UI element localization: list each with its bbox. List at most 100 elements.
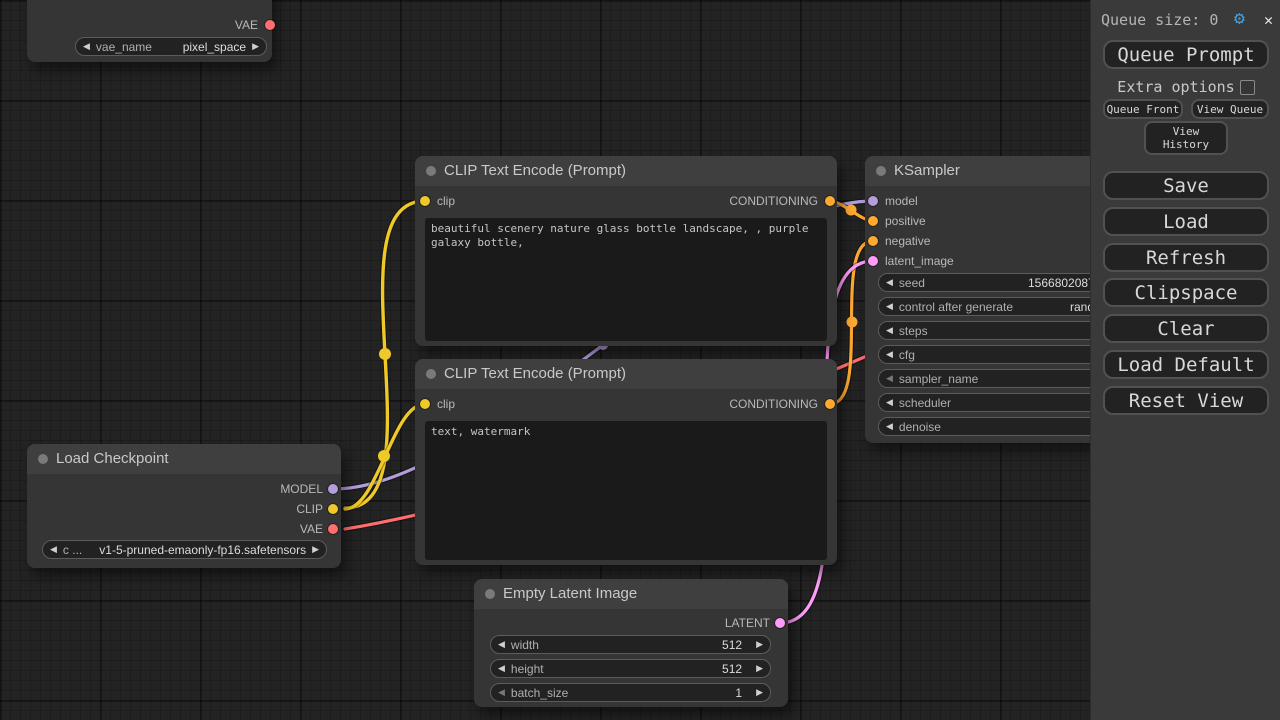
node-titlebar[interactable]: CLIP Text Encode (Prompt) xyxy=(415,359,837,389)
view-queue-button[interactable]: View Queue xyxy=(1191,99,1269,119)
widget-label: scheduler xyxy=(898,395,951,410)
output-label-clip: CLIP xyxy=(296,502,323,516)
arrow-left-icon[interactable]: ◀ xyxy=(83,41,90,52)
output-label-conditioning: CONDITIONING xyxy=(729,194,818,208)
node-title: CLIP Text Encode (Prompt) xyxy=(444,162,627,179)
link-dot xyxy=(379,348,391,360)
node-title: CLIP Text Encode (Prompt) xyxy=(444,365,627,382)
queue-front-button[interactable]: Queue Front xyxy=(1103,99,1183,119)
node-load-checkpoint[interactable]: Load Checkpoint MODEL CLIP VAE ◀ c ... v… xyxy=(27,444,341,568)
queue-size-label: Queue size: 0 xyxy=(1101,11,1219,29)
comfyui-canvas[interactable]: { "canvas": { "icons": { "left_arrow": "… xyxy=(0,0,1280,720)
extra-options-checkbox[interactable] xyxy=(1239,79,1255,95)
input-pin-latent-image[interactable] xyxy=(868,256,878,266)
collapse-dot-icon[interactable] xyxy=(876,166,886,176)
link-clip-negative xyxy=(342,401,428,512)
vae-name-widget[interactable]: ◀ vae_name pixel_space ▶ xyxy=(75,37,267,56)
arrow-left-icon[interactable]: ◀ xyxy=(886,421,893,432)
arrow-right-icon[interactable]: ▶ xyxy=(756,687,763,698)
arrow-right-icon[interactable]: ▶ xyxy=(756,663,763,674)
output-pin-latent[interactable] xyxy=(775,618,785,628)
save-button[interactable]: Save xyxy=(1103,171,1269,200)
arrow-left-icon[interactable]: ◀ xyxy=(886,349,893,360)
widget-label: cfg xyxy=(898,347,915,362)
input-label-negative: negative xyxy=(885,234,931,248)
prompt-textarea[interactable]: text, watermark xyxy=(425,421,827,560)
arrow-right-icon[interactable]: ▶ xyxy=(312,544,319,555)
output-label-vae: VAE xyxy=(299,522,323,536)
arrow-left-icon[interactable]: ◀ xyxy=(886,373,893,384)
output-label-vae: VAE xyxy=(234,18,258,32)
clipspace-button[interactable]: Clipspace xyxy=(1103,278,1269,307)
collapse-dot-icon[interactable] xyxy=(426,369,436,379)
output-pin-conditioning[interactable] xyxy=(825,196,835,206)
arrow-right-icon[interactable]: ▶ xyxy=(252,41,259,52)
widget-value: v1-5-pruned-emaonly-fp16.safetensors xyxy=(99,542,307,557)
output-label-latent: LATENT xyxy=(724,616,770,630)
extra-options-label: Extra options xyxy=(1117,78,1235,96)
widget-label: sampler_name xyxy=(898,371,979,386)
reset-view-button[interactable]: Reset View xyxy=(1103,386,1269,415)
gear-icon[interactable]: ⚙ xyxy=(1234,8,1245,29)
input-pin-positive[interactable] xyxy=(868,216,878,226)
extra-options-row: Extra options xyxy=(1091,78,1280,96)
widget-label: batch_size xyxy=(510,685,569,700)
output-pin-vae[interactable] xyxy=(265,20,275,30)
collapse-dot-icon[interactable] xyxy=(485,589,495,599)
output-pin-conditioning[interactable] xyxy=(825,399,835,409)
queue-prompt-button[interactable]: Queue Prompt xyxy=(1103,40,1269,69)
arrow-left-icon[interactable]: ◀ xyxy=(50,544,57,555)
output-pin-clip[interactable] xyxy=(328,504,338,514)
clear-button[interactable]: Clear xyxy=(1103,314,1269,343)
input-pin-clip[interactable] xyxy=(420,399,430,409)
widget-label: c ... xyxy=(62,542,83,557)
arrow-left-icon[interactable]: ◀ xyxy=(886,301,893,312)
widget-value: pixel_space xyxy=(182,39,247,54)
input-pin-clip[interactable] xyxy=(420,196,430,206)
view-history-button[interactable]: View History xyxy=(1144,121,1228,155)
arrow-left-icon[interactable]: ◀ xyxy=(498,687,505,698)
node-title: KSampler xyxy=(894,162,960,179)
input-pin-model[interactable] xyxy=(868,196,878,206)
arrow-left-icon[interactable]: ◀ xyxy=(498,663,505,674)
node-titlebar[interactable]: Empty Latent Image xyxy=(474,579,788,609)
link-clip-negative xyxy=(343,402,427,511)
node-empty-latent-image[interactable]: Empty Latent Image LATENT ◀ width 512 ▶ … xyxy=(474,579,788,707)
load-default-button[interactable]: Load Default xyxy=(1103,350,1269,379)
link-clip-positive xyxy=(343,199,427,510)
widget-value: 1 xyxy=(735,685,743,700)
batch-size-widget[interactable]: ◀ batch_size 1 ▶ xyxy=(490,683,771,702)
output-pin-vae[interactable] xyxy=(328,524,338,534)
node-vae-loader[interactable]: VAE ◀ vae_name pixel_space ▶ xyxy=(27,0,275,62)
arrow-right-icon[interactable]: ▶ xyxy=(756,639,763,650)
arrow-left-icon[interactable]: ◀ xyxy=(886,277,893,288)
node-titlebar[interactable]: CLIP Text Encode (Prompt) xyxy=(415,156,837,186)
refresh-button[interactable]: Refresh xyxy=(1103,243,1269,272)
height-widget[interactable]: ◀ height 512 ▶ xyxy=(490,659,771,678)
arrow-left-icon[interactable]: ◀ xyxy=(498,639,505,650)
prompt-textarea[interactable]: beautiful scenery nature glass bottle la… xyxy=(425,218,827,341)
widget-label: control after generate xyxy=(898,299,1013,314)
comfy-menu: Queue size: 0 ⚙ ✕ Queue Prompt Extra opt… xyxy=(1090,0,1280,720)
ckpt-name-widget[interactable]: ◀ c ... v1-5-pruned-emaonly-fp16.safeten… xyxy=(42,540,327,559)
node-titlebar[interactable]: Load Checkpoint xyxy=(27,444,341,474)
input-label-clip: clip xyxy=(437,194,456,208)
input-pin-negative[interactable] xyxy=(868,236,878,246)
widget-value: 1566802087 xyxy=(1028,275,1095,290)
link-clip-positive xyxy=(342,198,428,511)
node-clip-text-encode-negative[interactable]: CLIP Text Encode (Prompt) clip CONDITION… xyxy=(415,359,837,565)
widget-label: denoise xyxy=(898,419,941,434)
input-label-positive: positive xyxy=(885,214,926,228)
arrow-left-icon[interactable]: ◀ xyxy=(886,325,893,336)
output-pin-model[interactable] xyxy=(328,484,338,494)
node-title: Load Checkpoint xyxy=(56,450,169,467)
link-dot xyxy=(846,316,858,328)
load-button[interactable]: Load xyxy=(1103,207,1269,236)
collapse-dot-icon[interactable] xyxy=(38,454,48,464)
arrow-left-icon[interactable]: ◀ xyxy=(886,397,893,408)
close-icon[interactable]: ✕ xyxy=(1264,11,1273,29)
output-label-conditioning: CONDITIONING xyxy=(729,397,818,411)
collapse-dot-icon[interactable] xyxy=(426,166,436,176)
width-widget[interactable]: ◀ width 512 ▶ xyxy=(490,635,771,654)
node-clip-text-encode-positive[interactable]: CLIP Text Encode (Prompt) clip CONDITION… xyxy=(415,156,837,346)
